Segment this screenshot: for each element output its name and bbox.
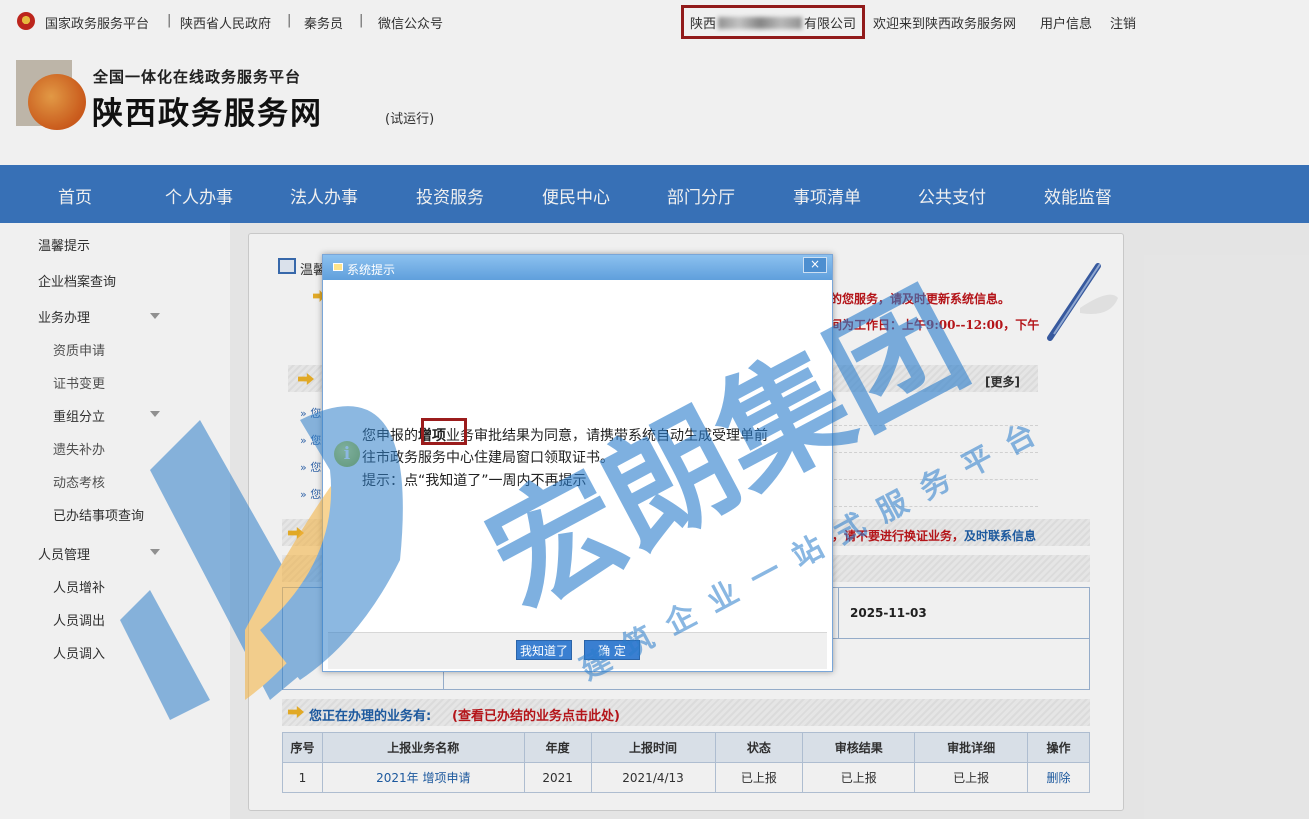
dialog-titlebar[interactable]: 系统提示 ×	[323, 255, 832, 280]
highlight-box	[421, 418, 467, 445]
confirm-button[interactable]: 确 定	[584, 640, 640, 660]
dialog-footer	[328, 632, 827, 669]
info-icon: i	[334, 441, 360, 467]
dialog-hint: 提示：点“我知道了”一周内不再提示	[362, 473, 587, 489]
dialog-title: 系统提示	[347, 263, 396, 277]
got-it-button[interactable]: 我知道了	[516, 640, 572, 660]
window-icon	[333, 263, 343, 271]
close-icon[interactable]: ×	[803, 257, 827, 273]
dialog-message-line-2: 往市政务服务中心住建局窗口领取证书。	[362, 450, 614, 466]
